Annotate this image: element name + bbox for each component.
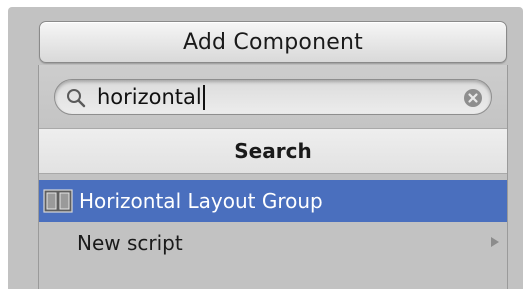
text-caret	[202, 85, 205, 110]
search-results-header: Search	[39, 128, 507, 174]
search-results-header-label: Search	[234, 139, 312, 163]
clear-search-icon[interactable]	[463, 88, 483, 108]
search-input[interactable]: horizontal	[54, 79, 492, 115]
add-component-button[interactable]: Add Component	[39, 21, 507, 63]
result-item-label: New script	[77, 231, 183, 255]
search-icon	[67, 89, 86, 108]
search-bar-area: horizontal	[39, 65, 507, 128]
component-dropdown-area: Add Component horizontal Search Horizont…	[8, 7, 523, 289]
result-item-new-script[interactable]: New script	[39, 222, 507, 264]
add-component-label: Add Component	[183, 29, 363, 55]
component-search-panel: horizontal Search Horizontal Layout Grou…	[38, 65, 508, 289]
search-input-value: horizontal	[97, 84, 205, 110]
horizontal-layout-group-icon	[43, 189, 73, 213]
result-item-horizontal-layout-group[interactable]: Horizontal Layout Group	[39, 180, 507, 222]
submenu-arrow-icon	[491, 237, 499, 247]
result-item-label: Horizontal Layout Group	[79, 189, 323, 213]
